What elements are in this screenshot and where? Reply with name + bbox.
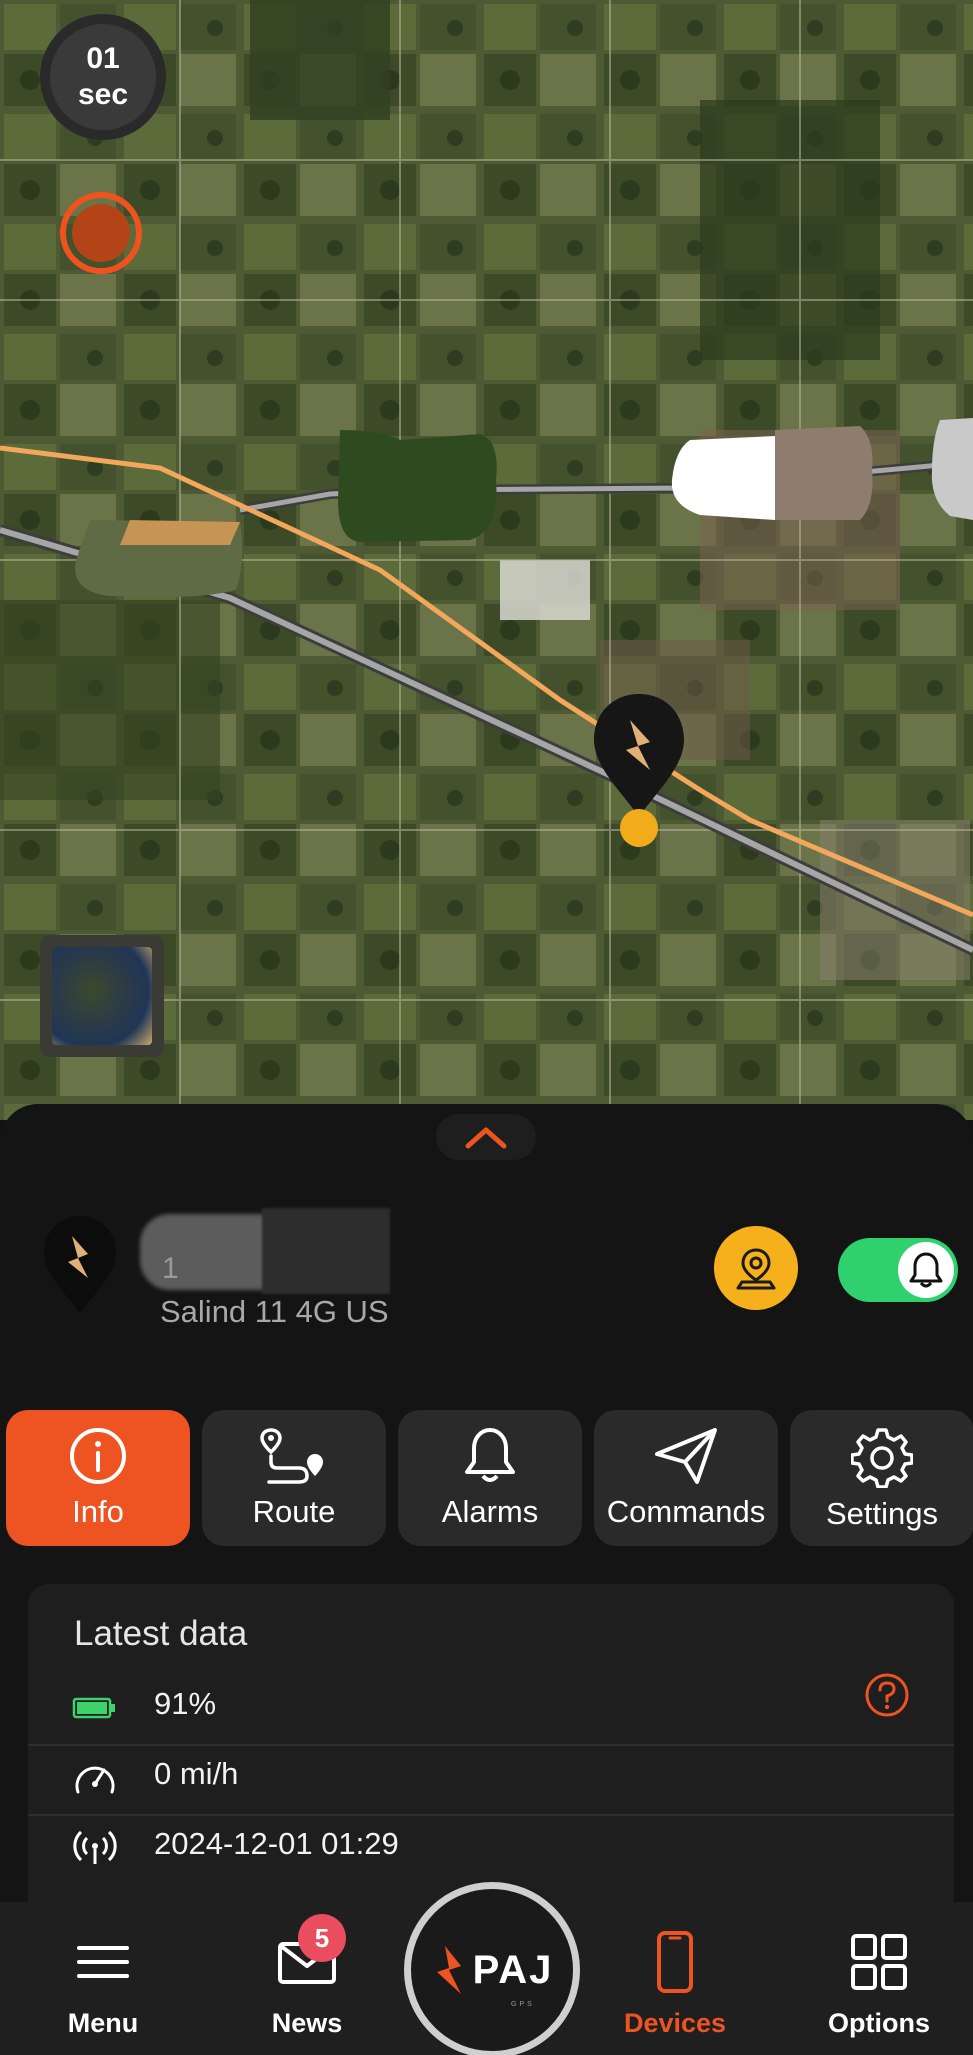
news-badge: 5 [298,1914,346,1962]
send-icon [655,1428,717,1484]
alarm-toggle-knob [898,1242,954,1298]
last-signal-value: 2024-12-01 01:29 [154,1826,399,1861]
nav-menu[interactable]: Menu [28,1902,178,2055]
tab-info[interactable]: Info [6,1410,190,1546]
tab-info-label: Info [72,1494,124,1529]
battery-value: 91% [154,1686,217,1721]
nav-news-label: News [271,2008,343,2038]
tab-route-label: Route [252,1494,336,1529]
device-tabs: Info Route Alarms Commands Settings [6,1410,973,1546]
map-layer-button[interactable] [40,935,164,1057]
device-name: 1 [162,1252,179,1285]
tab-alarms[interactable]: Alarms [398,1410,582,1546]
battery-icon [72,1697,115,1719]
help-button[interactable] [864,1672,910,1723]
timer-unit: sec [77,78,129,111]
speed-row: 0 mi/h [28,1744,954,1814]
paj-logo-icon [436,1946,461,1994]
info-icon [70,1428,126,1484]
map-layer-thumbnail [52,947,152,1045]
paj-pin-icon[interactable] [590,692,688,822]
gear-icon [851,1428,913,1488]
locate-device-button[interactable] [714,1226,798,1310]
nav-devices-label: Devices [623,2008,727,2038]
battery-row: 91% [28,1674,954,1744]
tab-settings[interactable]: Settings [790,1410,973,1546]
hamburger-icon [77,1946,129,1978]
nav-devices[interactable]: Devices [600,1902,750,2055]
signal-icon [73,1830,117,1864]
paj-logo-subtext: GPS [511,2001,535,2008]
paj-home-button[interactable]: PAJ GPS [404,1882,580,2055]
device-position-dot [620,809,658,847]
tab-route[interactable]: Route [202,1410,386,1546]
device-model: Salind 11 4G US [160,1294,389,1329]
tab-commands-label: Commands [606,1494,766,1529]
tab-alarms-label: Alarms [441,1494,539,1529]
paj-logo-text: PAJ [472,1947,554,1992]
route-icon [260,1428,323,1484]
question-icon [865,1673,909,1717]
grid-icon [851,1934,907,1990]
expand-panel-button[interactable] [436,1114,536,1160]
device-logo-icon [44,1216,116,1314]
signal-row: 2024-12-01 01:29 [28,1814,954,1884]
speed-value: 0 mi/h [154,1756,239,1791]
smartphone-icon [657,1931,693,1993]
location-pin-icon [736,1248,776,1290]
timer-value: 01 [86,42,120,75]
tab-settings-label: Settings [825,1496,938,1531]
bell-icon [909,1252,943,1288]
device-panel: 1 Salind 11 4G US Info Route Alarms Comm… [0,1104,973,1944]
nav-options[interactable]: Options [804,1902,954,2055]
bell-icon [465,1428,515,1482]
satellite-map[interactable]: 01 sec [0,0,973,1120]
record-button[interactable] [60,192,142,274]
record-icon [72,204,130,262]
nav-menu-label: Menu [67,2008,139,2038]
speedometer-icon [75,1766,115,1794]
alarm-toggle[interactable] [838,1238,958,1302]
nav-options-label: Options [828,2008,930,2038]
latest-data-title: Latest data [74,1614,248,1653]
refresh-timer[interactable]: 01 sec [40,14,166,140]
tab-commands[interactable]: Commands [594,1410,778,1546]
chevron-up-icon [465,1127,507,1149]
